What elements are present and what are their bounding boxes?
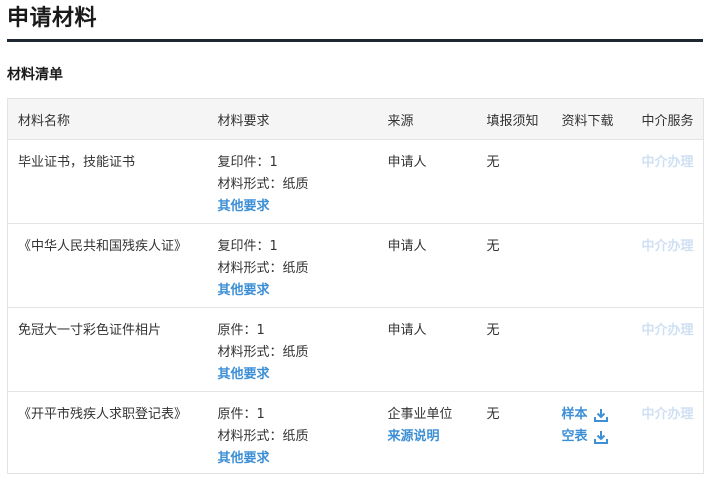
source: 申请人 <box>377 223 477 308</box>
material-requirement: 复印件：1 材料形式：纸质 其他要求 <box>207 139 378 224</box>
material-requirement: 复印件：1 材料形式：纸质 其他要求 <box>207 223 378 308</box>
fill-notice: 无 <box>476 391 552 474</box>
table-row: 《开平市残疾人求职登记表》 原件：1 材料形式：纸质 其他要求 企事业单位 来源… <box>7 391 704 474</box>
copy-count: 复印件：1 <box>217 239 278 254</box>
agency-handle-link[interactable]: 中介办理 <box>642 407 694 422</box>
material-name: 毕业证书，技能证书 <box>7 139 208 224</box>
source-explanation-link[interactable]: 来源说明 <box>388 426 477 448</box>
table-header-row: 材料名称 材料要求 来源 填报须知 资料下载 中介服务 <box>7 98 704 140</box>
sample-download-link[interactable]: 样本 <box>562 404 632 426</box>
other-requirements-link[interactable]: 其他要求 <box>218 364 378 386</box>
agency-service: 中介办理 <box>631 139 704 224</box>
material-name: 《开平市残疾人求职登记表》 <box>7 391 208 474</box>
agency-handle-link[interactable]: 中介办理 <box>642 239 694 254</box>
header-material-requirement: 材料要求 <box>207 98 378 140</box>
table-row: 《中华人民共和国残疾人证》 复印件：1 材料形式：纸质 其他要求 申请人 无 中… <box>7 223 704 308</box>
header-agency-service: 中介服务 <box>631 98 704 140</box>
material-name: 免冠大一寸彩色证件相片 <box>7 307 208 392</box>
download-cell <box>551 223 632 308</box>
copy-count: 原件：1 <box>217 323 265 338</box>
header-fill-notice: 填报须知 <box>476 98 552 140</box>
download-icon <box>593 408 608 422</box>
material-form: 材料形式：纸质 <box>217 429 309 444</box>
agency-handle-link[interactable]: 中介办理 <box>642 155 694 170</box>
table-row: 免冠大一寸彩色证件相片 原件：1 材料形式：纸质 其他要求 申请人 无 中介办理 <box>7 307 704 392</box>
sample-download-label: 样本 <box>561 407 588 422</box>
material-form: 材料形式：纸质 <box>217 177 309 192</box>
material-requirement: 原件：1 材料形式：纸质 其他要求 <box>207 391 378 474</box>
download-cell <box>551 139 632 224</box>
material-name: 《中华人民共和国残疾人证》 <box>7 223 208 308</box>
title-divider <box>7 39 703 42</box>
materials-table: 材料名称 材料要求 来源 填报须知 资料下载 中介服务 毕业证书，技能证书 复印… <box>7 98 704 474</box>
copy-count: 原件：1 <box>217 407 265 422</box>
fill-notice: 无 <box>476 223 552 308</box>
agency-service: 中介办理 <box>631 223 704 308</box>
blank-form-download-label: 空表 <box>561 429 588 444</box>
header-download: 资料下载 <box>551 98 632 140</box>
other-requirements-link[interactable]: 其他要求 <box>218 196 378 218</box>
page: 申请材料 材料清单 材料名称 材料要求 来源 填报须知 资料下载 中介服务 毕业… <box>0 0 711 485</box>
agency-service: 中介办理 <box>631 307 704 392</box>
agency-service: 中介办理 <box>631 391 704 474</box>
source: 企事业单位 来源说明 <box>377 391 477 474</box>
source-text: 企事业单位 <box>387 407 453 422</box>
material-form: 材料形式：纸质 <box>217 345 309 360</box>
material-form: 材料形式：纸质 <box>217 261 309 276</box>
download-cell <box>551 307 632 392</box>
page-title: 申请材料 <box>7 6 98 31</box>
section-title: 材料清单 <box>7 67 63 83</box>
blank-form-download-link[interactable]: 空表 <box>562 426 632 448</box>
other-requirements-link[interactable]: 其他要求 <box>218 280 378 302</box>
source: 申请人 <box>377 307 477 392</box>
fill-notice: 无 <box>476 307 552 392</box>
header-material-name: 材料名称 <box>7 98 208 140</box>
download-icon <box>593 430 608 444</box>
table-row: 毕业证书，技能证书 复印件：1 材料形式：纸质 其他要求 申请人 无 中介办理 <box>7 139 704 224</box>
other-requirements-link[interactable]: 其他要求 <box>218 448 378 470</box>
source: 申请人 <box>377 139 477 224</box>
copy-count: 复印件：1 <box>217 155 278 170</box>
download-cell: 样本 空表 <box>551 391 632 474</box>
agency-handle-link[interactable]: 中介办理 <box>642 323 694 338</box>
header-source: 来源 <box>377 98 477 140</box>
material-requirement: 原件：1 材料形式：纸质 其他要求 <box>207 307 378 392</box>
fill-notice: 无 <box>476 139 552 224</box>
